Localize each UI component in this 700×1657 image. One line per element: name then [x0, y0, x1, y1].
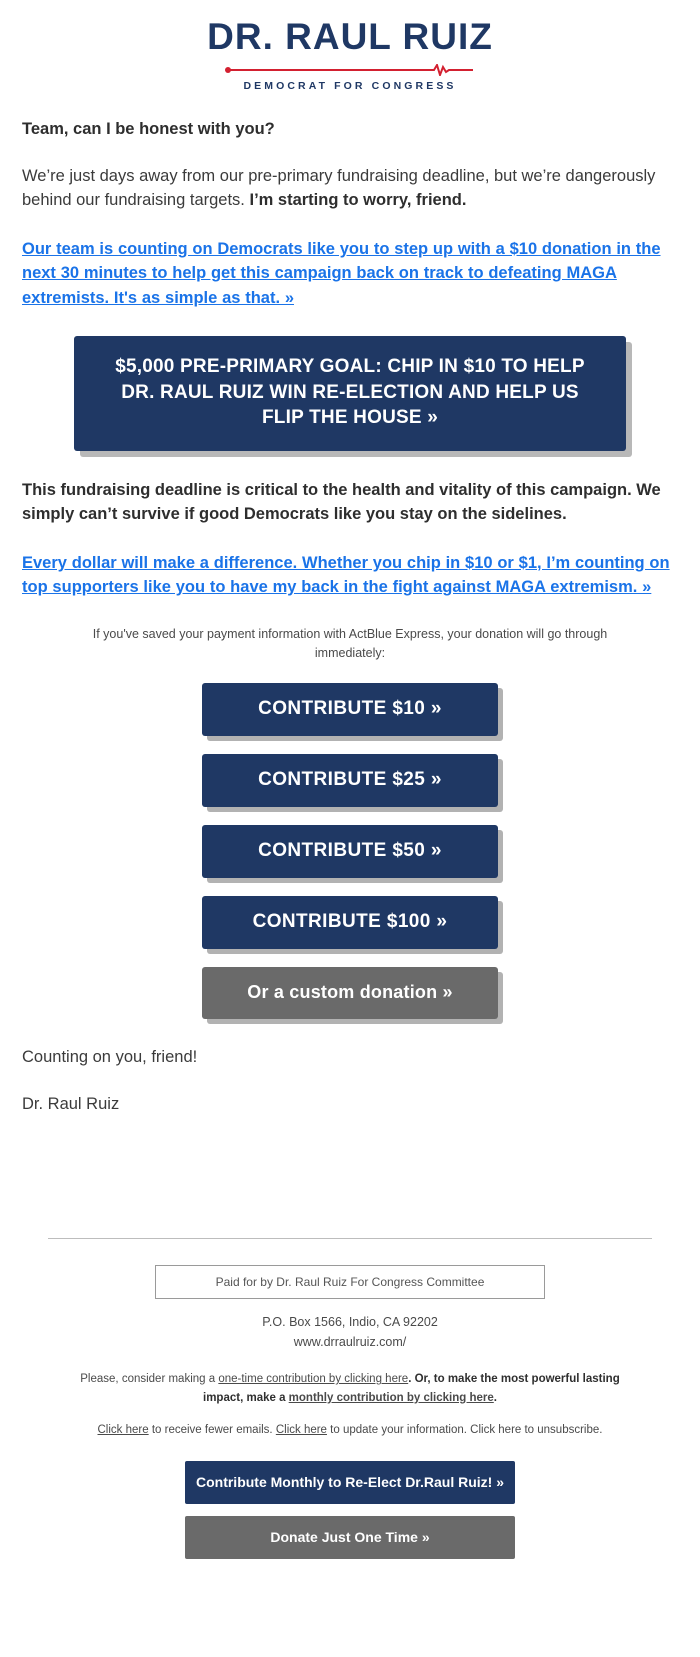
primary-donation-link[interactable]: Our team is counting on Democrats like y… [22, 237, 678, 310]
email-content: Team, can I be honest with you? We’re ju… [0, 120, 700, 1239]
website-line: www.drraulruiz.com/ [293, 1334, 407, 1349]
email-footer: Paid for by Dr. Raul Ruiz For Congress C… [0, 1238, 700, 1601]
footer-divider [48, 1238, 652, 1240]
contribution-fineprint: Please, consider making a one-time contr… [70, 1370, 630, 1407]
logo-candidate-name: DR. RAUL RUIZ [207, 16, 493, 57]
actblue-express-note: If you've saved your payment information… [92, 627, 608, 661]
fewer-emails-link[interactable]: Click here [98, 1424, 149, 1436]
custom-donation-button[interactable]: Or a custom donation » [202, 966, 498, 1019]
signoff-line: Counting on you, friend! [22, 1047, 198, 1066]
campaign-logo: DR. RAUL RUIZ DEMOCRAT FOR CONGRESS [0, 0, 700, 102]
secondary-donation-link[interactable]: Every dollar will make a difference. Whe… [22, 551, 678, 600]
contribute-button-stack: CONTRIBUTE $10 » CONTRIBUTE $25 » CONTRI… [22, 682, 678, 1019]
unsubscribe-text: to update your information. Click here t… [326, 1424, 603, 1437]
logo-heartbeat-rule [225, 63, 475, 76]
email-body: DR. RAUL RUIZ DEMOCRAT FOR CONGRESS Team… [0, 0, 700, 1602]
contribute-25-button[interactable]: CONTRIBUTE $25 » [202, 753, 498, 807]
email-preferences-line: Click here to receive fewer emails. Clic… [22, 1421, 678, 1439]
intro-paragraph-emphasis: I’m starting to worry, friend. [249, 190, 467, 209]
footer-monthly-contribute-button[interactable]: Contribute Monthly to Re-Elect Dr.Raul R… [185, 1461, 515, 1505]
update-info-link[interactable]: Click here [276, 1424, 327, 1436]
bottom-spacer [22, 1116, 678, 1238]
address-line: P.O. Box 1566, Indio, CA 92202 [262, 1315, 438, 1330]
goal-banner-cta[interactable]: $5,000 PRE-PRIMARY GOAL: CHIP IN $10 TO … [74, 335, 626, 451]
contribute-100-button[interactable]: CONTRIBUTE $100 » [202, 895, 498, 949]
goal-banner-wrap: $5,000 PRE-PRIMARY GOAL: CHIP IN $10 TO … [22, 335, 678, 451]
deadline-paragraph: This fundraising deadline is critical to… [22, 480, 661, 523]
contribute-50-button[interactable]: CONTRIBUTE $50 » [202, 824, 498, 878]
fewer-emails-text: to receive fewer emails. [148, 1424, 276, 1437]
one-time-contribution-link[interactable]: one-time contribution by clicking here [218, 1373, 408, 1385]
paid-for-disclaimer: Paid for by Dr. Raul Ruiz For Congress C… [155, 1265, 545, 1300]
lead-question: Team, can I be honest with you? [22, 119, 275, 138]
logo-tagline: DEMOCRAT FOR CONGRESS [243, 79, 457, 92]
monthly-contribution-link[interactable]: monthly contribution by clicking here [289, 1392, 494, 1404]
footer-one-time-donate-button[interactable]: Donate Just One Time » [185, 1516, 515, 1560]
intro-paragraph: We’re just days away from our pre-primar… [22, 165, 678, 213]
committee-address: P.O. Box 1566, Indio, CA 92202 www.drrau… [22, 1313, 678, 1352]
fineprint-pre: Please, consider making a [80, 1373, 219, 1386]
signature-name: Dr. Raul Ruiz [22, 1094, 120, 1113]
contribute-10-button[interactable]: CONTRIBUTE $10 » [202, 682, 498, 736]
fineprint-end: . [493, 1391, 497, 1404]
